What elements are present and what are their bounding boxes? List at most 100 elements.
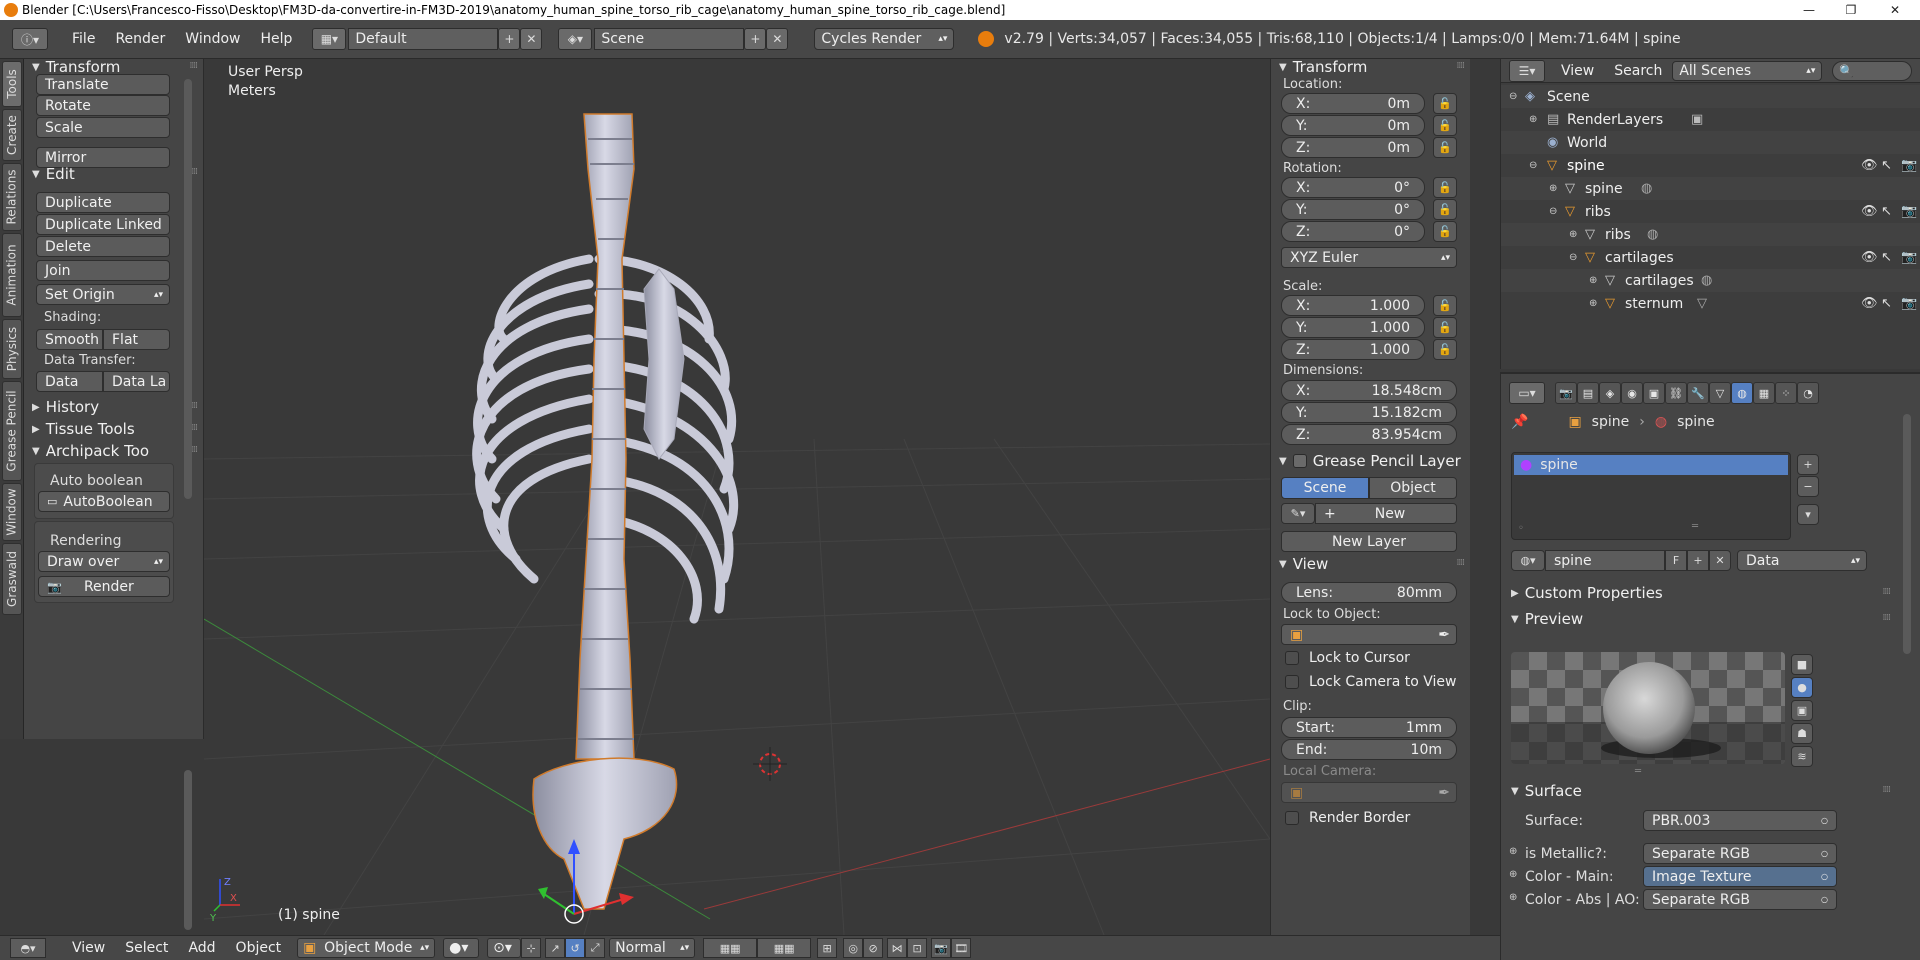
layers-grid-2-icon[interactable]: ▦▦	[757, 938, 812, 958]
preview-header[interactable]: ▼ Preview	[1511, 610, 1583, 628]
draw-over-dropdown[interactable]: Draw over ▴▾	[38, 551, 170, 572]
lens-field[interactable]: Lens: 80mm	[1281, 582, 1457, 603]
preview-cube-icon[interactable]: ▣	[1791, 700, 1813, 721]
close-window-button[interactable]: ✕	[1872, 0, 1918, 20]
screen-layout-field[interactable]: Default	[348, 28, 499, 50]
gp-object-button[interactable]: Object	[1369, 477, 1457, 499]
lock-to-cursor-row[interactable]: Lock to Cursor	[1285, 650, 1410, 666]
material-link-dropdown[interactable]: Data ▴▾	[1737, 550, 1867, 571]
3d-viewport[interactable]: Z X Y User Persp Meters (1) spine	[204, 59, 1270, 935]
render-camera-icon[interactable]: 📷	[1901, 204, 1917, 219]
remove-scene-icon[interactable]: ✕	[766, 28, 789, 50]
texture-tab-icon[interactable]: ▦	[1753, 382, 1775, 404]
render-button[interactable]: 📷 Render	[38, 576, 170, 597]
list-filter-icon[interactable]: ◦	[1518, 523, 1524, 534]
lock-icon[interactable]: 🔓	[1433, 317, 1457, 338]
pivot-point-dropdown[interactable]: ⊙▾	[487, 938, 522, 958]
lock-icon[interactable]: 🔓	[1433, 177, 1457, 198]
lock-icon[interactable]: 🔓	[1433, 339, 1457, 360]
lock-layers-icon[interactable]: ⊞	[817, 938, 838, 958]
view-panel-header[interactable]: ▼ View	[1279, 555, 1328, 573]
render-engine-dropdown[interactable]: Cycles Render ▴▾	[814, 28, 955, 50]
expand-icon[interactable]: ⊕	[1589, 298, 1597, 309]
visibility-eye-icon[interactable]: 👁	[1861, 296, 1878, 311]
scale-y-field[interactable]: Y: 1.000	[1281, 317, 1425, 338]
remove-slot-icon[interactable]: −	[1797, 476, 1819, 497]
lock-icon[interactable]: 🔓	[1433, 137, 1457, 158]
dimension-z-field[interactable]: Z: 83.954cm	[1281, 424, 1457, 445]
menu-help[interactable]: Help	[250, 31, 302, 47]
transform-orientation-dropdown[interactable]: Normal ▴▾	[609, 938, 696, 958]
outliner-row-cartilages-mesh[interactable]: ⊕ ▽ cartilages ◍	[1501, 269, 1920, 292]
outliner-row-sternum-object[interactable]: ⊕ ▽ sternum ▽ 👁 ↖ 📷	[1501, 292, 1920, 315]
rotation-x-field[interactable]: X: 0°	[1281, 177, 1425, 198]
visibility-eye-icon[interactable]: 👁	[1861, 250, 1878, 265]
smooth-button[interactable]: Smooth	[36, 329, 103, 350]
render-tab-icon[interactable]: 📷	[1555, 382, 1577, 404]
interaction-mode-dropdown[interactable]: ▣ Object Mode ▴▾	[297, 938, 436, 958]
slot-specials-icon[interactable]: ▾	[1797, 504, 1819, 525]
data-button[interactable]: Data	[36, 371, 103, 392]
3d-cursor[interactable]	[753, 747, 787, 781]
duplicate-button[interactable]: Duplicate	[36, 192, 170, 213]
pencil-icon[interactable]: ✎▾	[1281, 503, 1315, 524]
data-tab-icon[interactable]: ▽	[1709, 382, 1731, 404]
drag-grip-icon[interactable]: ⁞⁞⁞⁞	[1883, 613, 1892, 623]
physics-tab-icon[interactable]: ◔	[1797, 382, 1819, 404]
outliner-search-menu[interactable]: Search	[1604, 63, 1672, 79]
snap-icon[interactable]: ⊘	[863, 938, 884, 958]
material-tab-icon[interactable]: ◍	[1731, 382, 1753, 404]
select-arrow-icon[interactable]: ↖	[1881, 250, 1892, 265]
history-panel-header[interactable]: ▶ History	[32, 398, 99, 416]
menu-object[interactable]: Object	[226, 940, 292, 956]
drag-grip-icon[interactable]: ⁞⁞⁞⁞	[190, 61, 199, 71]
location-x-field[interactable]: X: 0m	[1281, 93, 1425, 114]
properties-scrollbar[interactable]	[1903, 414, 1911, 654]
drag-grip-icon[interactable]: ⁞⁞⁞⁞	[1457, 558, 1466, 568]
collapse-icon[interactable]: ⊖	[1569, 252, 1577, 263]
tab-create[interactable]: Create	[2, 109, 22, 161]
screen-layout-icon[interactable]: ▦▾	[312, 28, 347, 50]
material-name-field[interactable]: spine	[1545, 550, 1665, 571]
scale-x-field[interactable]: X: 1.000	[1281, 295, 1425, 316]
color-main-field[interactable]: Image Texture ○	[1643, 866, 1837, 887]
outliner-row-spine-mesh[interactable]: ⊕ ▽ spine ◍	[1501, 177, 1920, 200]
opengl-render-icon[interactable]: 📷	[931, 938, 952, 958]
snap-target-icon[interactable]: ⊡	[907, 938, 928, 958]
tab-window[interactable]: Window	[2, 483, 22, 541]
add-scene-icon[interactable]: +	[744, 28, 767, 50]
render-border-checkbox[interactable]	[1285, 811, 1299, 825]
manipulator-toggle-icon[interactable]: ⊹	[521, 938, 542, 958]
is-metallic-field[interactable]: Separate RGB ○	[1643, 843, 1837, 864]
surface-panel-header[interactable]: ▼ Surface	[1511, 782, 1582, 800]
collapse-icon[interactable]: ⊖	[1509, 91, 1517, 102]
outliner-view-menu[interactable]: View	[1551, 63, 1604, 79]
editor-type-3dview-icon[interactable]: ◓▾	[10, 938, 46, 958]
add-slot-icon[interactable]: +	[1797, 454, 1819, 475]
outliner-row-ribs-object[interactable]: ⊖ ▽ ribs 👁 ↖ 📷	[1501, 200, 1920, 223]
archipack-panel-header[interactable]: ▼ Archipack Too	[32, 442, 149, 460]
color-abs-ao-field[interactable]: Separate RGB ○	[1643, 889, 1837, 910]
data-layout-button[interactable]: Data La	[103, 371, 170, 392]
lock-icon[interactable]: 🔓	[1433, 199, 1457, 220]
drag-grip-icon[interactable]: ⁞⁞⁞⁞	[1883, 785, 1892, 795]
dimension-y-field[interactable]: Y: 15.182cm	[1281, 402, 1457, 423]
minimize-button[interactable]: —	[1786, 0, 1832, 20]
preview-flat-icon[interactable]: ■	[1791, 654, 1813, 675]
particles-tab-icon[interactable]: ⁘	[1775, 382, 1797, 404]
outliner-row-world[interactable]: ◉ World	[1501, 131, 1920, 154]
select-arrow-icon[interactable]: ↖	[1881, 158, 1892, 173]
fake-user-button[interactable]: F	[1665, 550, 1687, 571]
menu-view[interactable]: View	[62, 940, 115, 956]
lock-icon[interactable]: 🔓	[1433, 93, 1457, 114]
outliner-search-field[interactable]: 🔍	[1832, 60, 1913, 81]
tissue-tools-panel-header[interactable]: ▶ Tissue Tools	[32, 420, 135, 438]
collapse-icon[interactable]: ⊖	[1549, 206, 1557, 217]
tab-relations[interactable]: Relations	[2, 163, 22, 231]
preview-resize-grip-icon[interactable]: ═	[1635, 766, 1641, 777]
location-y-field[interactable]: Y: 0m	[1281, 115, 1425, 136]
proportional-edit-icon[interactable]: ◎	[843, 938, 864, 958]
select-arrow-icon[interactable]: ↖	[1881, 204, 1892, 219]
translate-manipulator-icon[interactable]: ↗	[545, 938, 566, 958]
outliner-row-scene[interactable]: ⊖ ◈ Scene	[1501, 85, 1920, 108]
